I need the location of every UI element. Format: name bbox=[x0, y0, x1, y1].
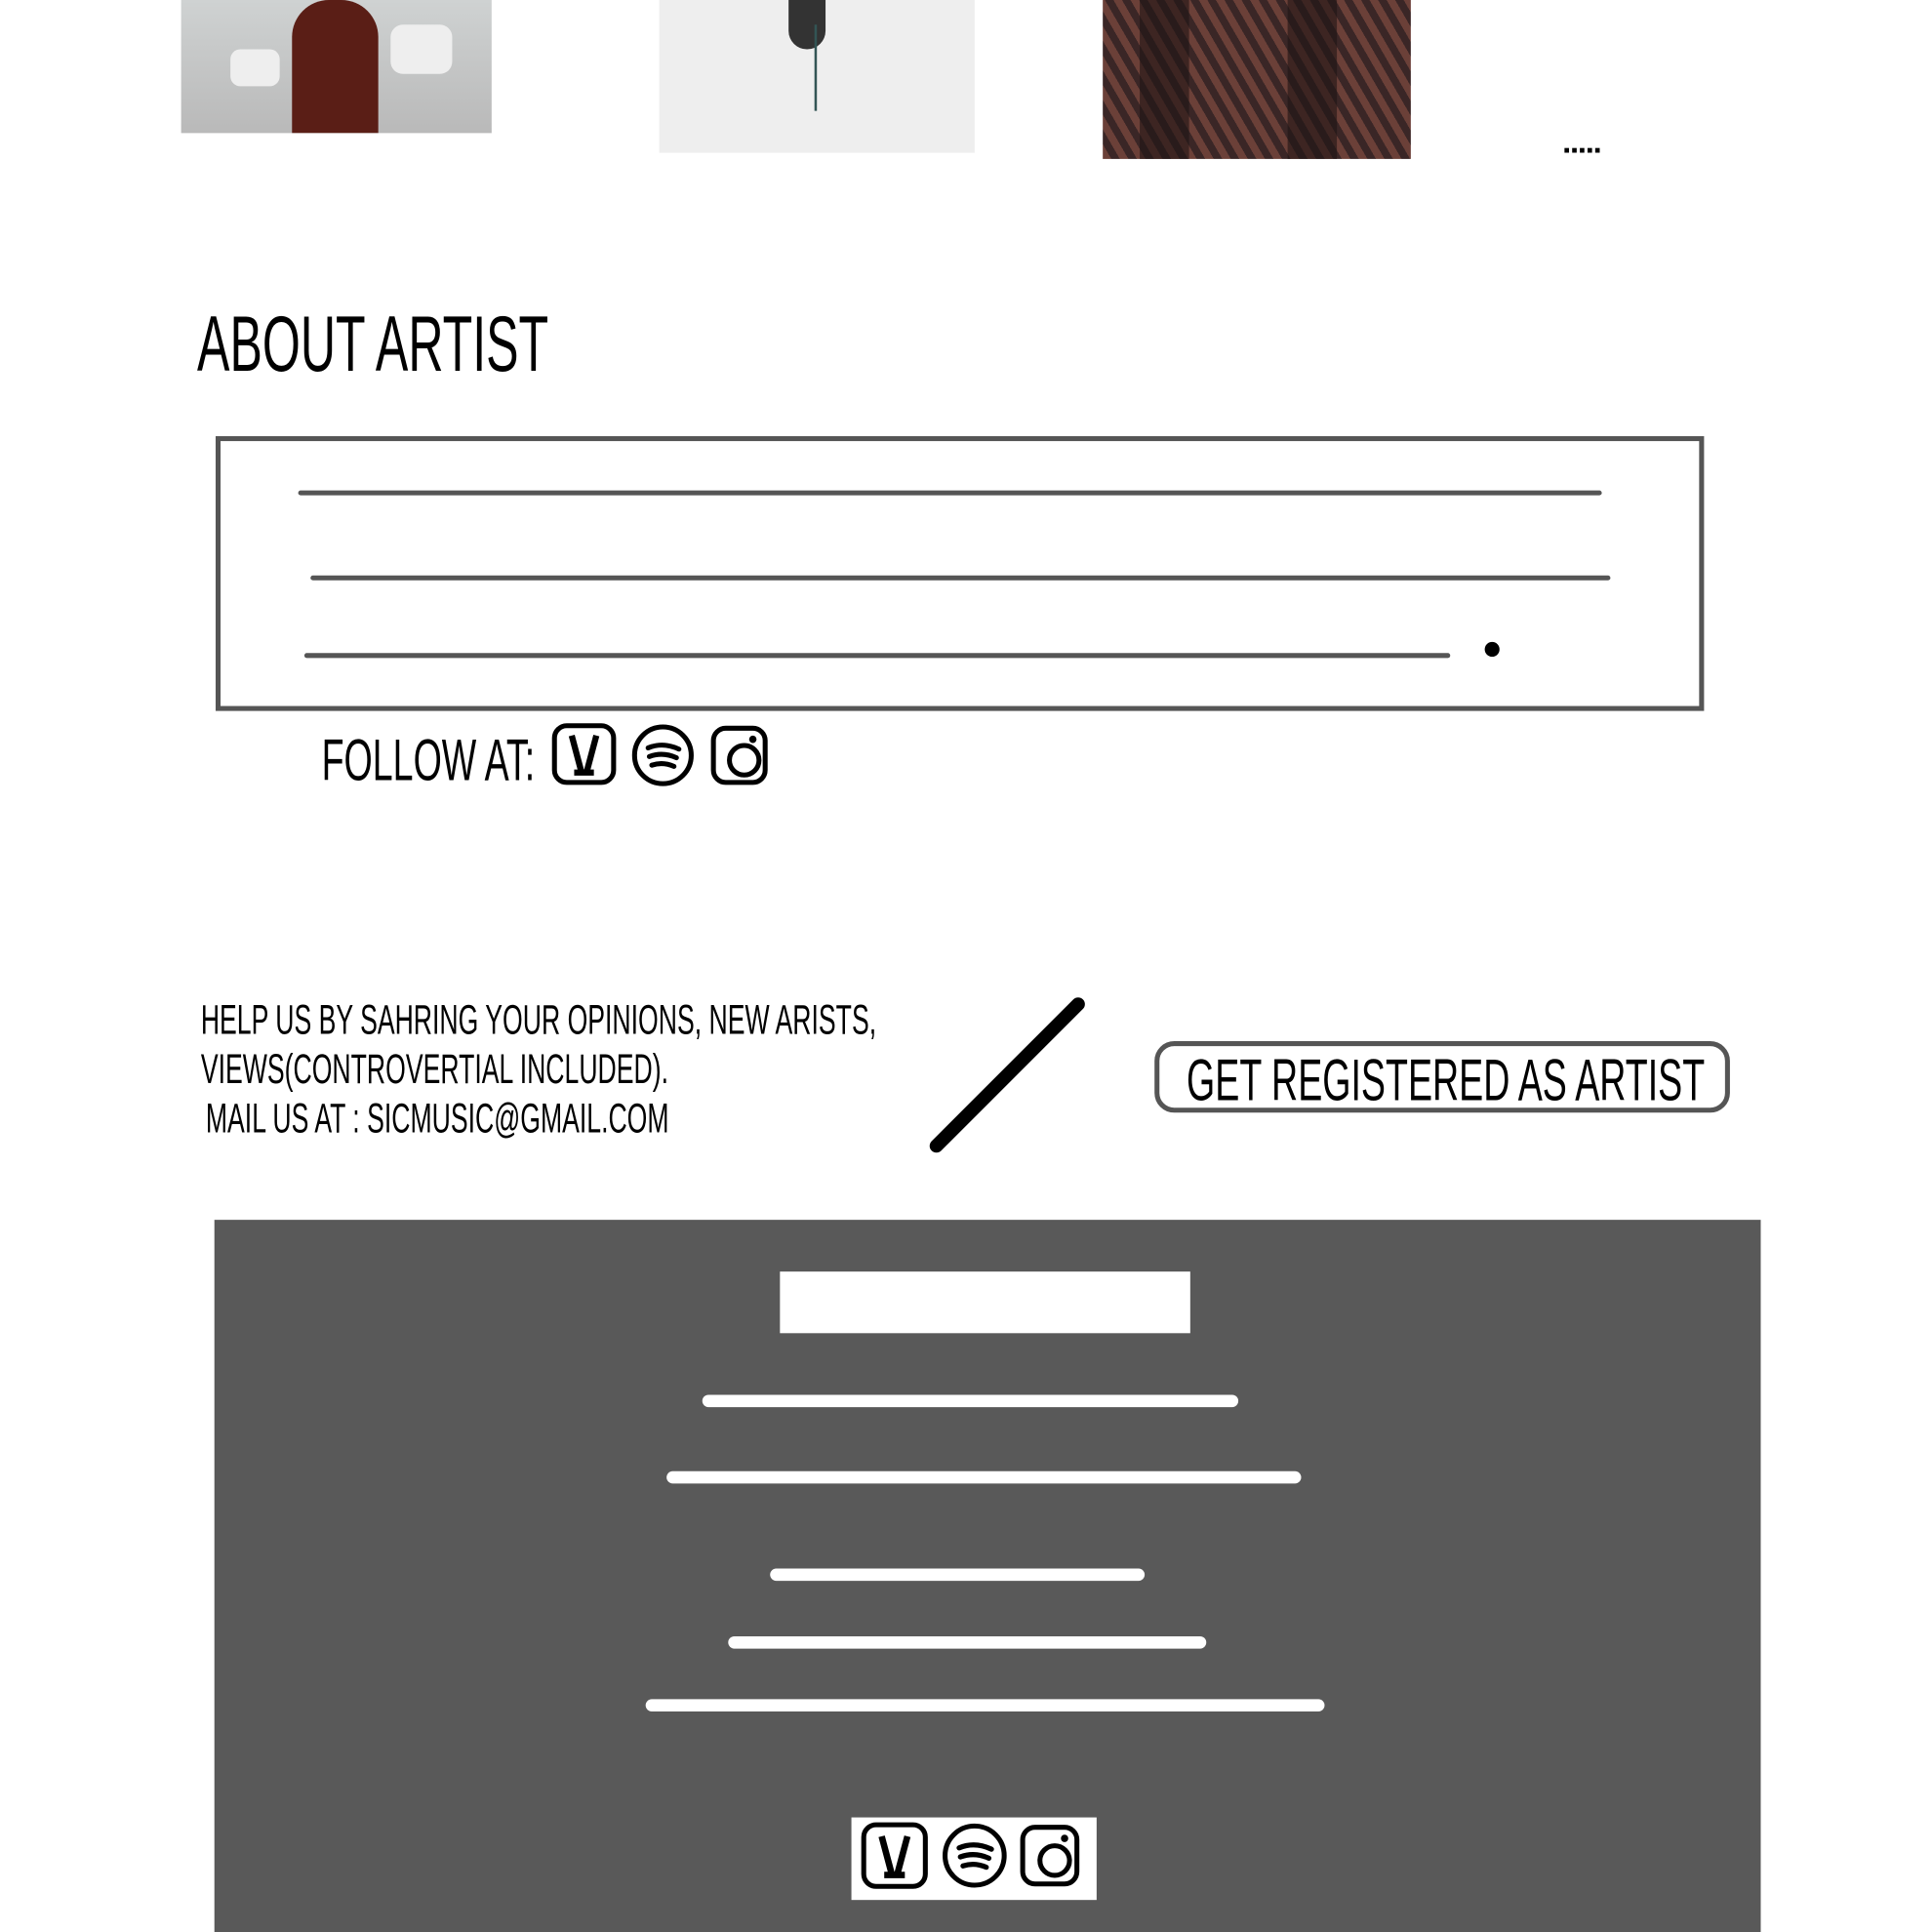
about-text-box bbox=[215, 436, 1705, 711]
footer-line bbox=[770, 1568, 1146, 1582]
divider-slash bbox=[929, 997, 1085, 1153]
contact-line-2: VIEWS(CONTROVERTIAL INCLUDED). bbox=[200, 1046, 669, 1094]
jiosaavn-icon[interactable] bbox=[551, 723, 617, 785]
text-line bbox=[310, 575, 1611, 581]
instagram-icon[interactable] bbox=[1020, 1825, 1080, 1887]
footer-line bbox=[645, 1699, 1325, 1711]
text-line bbox=[303, 653, 1451, 659]
footer bbox=[214, 1220, 1761, 1932]
spotify-icon[interactable] bbox=[943, 1823, 1007, 1888]
album-art-2[interactable] bbox=[659, 0, 975, 153]
text-end-dot bbox=[1484, 641, 1500, 658]
footer-line bbox=[702, 1394, 1239, 1408]
album-art-1[interactable] bbox=[181, 0, 492, 134]
contact-line-1: HELP US BY SAHRING YOUR OPINIONS, NEW AR… bbox=[200, 996, 877, 1044]
jiosaavn-icon[interactable] bbox=[861, 1822, 928, 1889]
footer-title-block bbox=[780, 1271, 1190, 1334]
register-artist-button[interactable]: GET REGISTERED AS ARTIST bbox=[1154, 1041, 1730, 1113]
more-albums-link[interactable]: ..... bbox=[1562, 126, 1602, 158]
footer-social-icons bbox=[851, 1817, 1097, 1901]
footer-line bbox=[666, 1470, 1302, 1484]
instagram-icon[interactable] bbox=[710, 725, 768, 785]
album-art-3[interactable] bbox=[1103, 0, 1411, 159]
footer-line bbox=[728, 1635, 1207, 1649]
spotify-icon[interactable] bbox=[631, 724, 694, 786]
contact-text: HELP US BY SAHRING YOUR OPINIONS, NEW AR… bbox=[201, 995, 1291, 1144]
text-line bbox=[298, 490, 1602, 496]
about-title: ABOUT ARTIST bbox=[197, 299, 549, 388]
contact-email[interactable]: MAIL US AT : SICMUSIC@GMAIL.COM bbox=[206, 1094, 669, 1144]
